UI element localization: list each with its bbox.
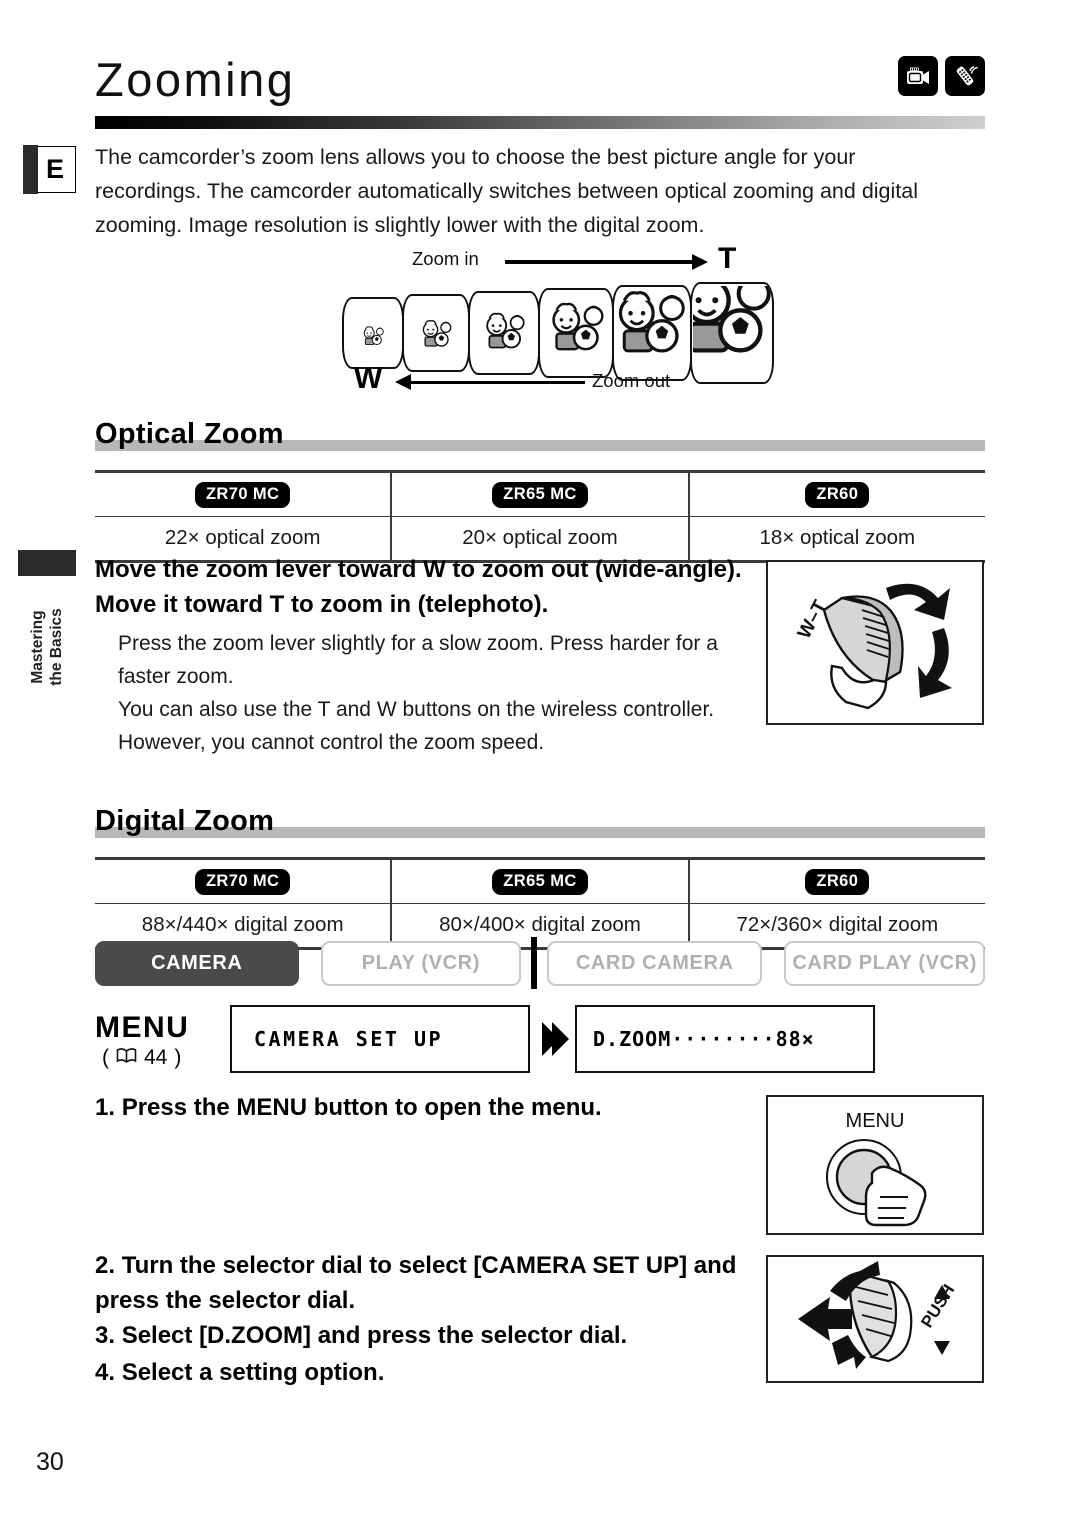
side-tab-text: Mastering the Basics <box>18 576 76 718</box>
step-2-number: 2. <box>95 1252 122 1279</box>
wireless-remote-icon <box>945 56 985 96</box>
side-tab-line1: Mastering <box>29 610 47 684</box>
model-badge: ZR70 MC <box>194 868 291 895</box>
model-badge: ZR70 MC <box>194 481 291 508</box>
zoom-frame <box>538 288 614 378</box>
table-header-cell: ZR65 MC <box>390 472 687 516</box>
mode-pill-play-vcr[interactable]: PLAY (VCR) <box>320 940 522 986</box>
paren-open: ( <box>102 1046 109 1069</box>
osd-screen-camera-setup: CAMERA SET UP <box>230 1005 530 1073</box>
table-header-cell: ZR65 MC <box>390 859 687 903</box>
zoom-in-arrow-head <box>692 253 708 270</box>
zoom-out-label: Zoom out <box>592 370 671 391</box>
digital-zoom-heading: Digital Zoom <box>95 805 985 838</box>
page-header: Zooming <box>95 52 985 114</box>
zoom-frame <box>612 285 692 381</box>
zoom-frame <box>468 291 540 375</box>
mode-pill-card-play-vcr[interactable]: CARD PLAY (VCR) <box>784 940 986 986</box>
menu-button-illustration: MENU <box>766 1095 984 1235</box>
model-badge: ZR60 <box>805 481 870 508</box>
table-header-cell: ZR60 <box>687 472 985 516</box>
manual-page: Zooming E The camcorder’s zoom lens allo… <box>0 0 1080 1534</box>
optical-heading-text: Optical Zoom <box>95 418 284 450</box>
table-header-cell: ZR60 <box>687 859 985 903</box>
step-3-number: 3. <box>95 1322 122 1349</box>
chapter-side-tab: Mastering the Basics <box>18 550 76 718</box>
step-4-text: Select a setting option. <box>121 1359 385 1386</box>
side-tab-inner: Mastering the Basics <box>28 608 66 686</box>
mode-pill-camera[interactable]: CAMERA <box>95 940 299 986</box>
lever-body-text-1: Press the zoom lever slightly for a slow… <box>118 632 718 688</box>
language-badge: E <box>23 145 76 194</box>
step-4-number: 4. <box>95 1359 122 1386</box>
menu-page-number: 44 <box>144 1046 168 1069</box>
optical-zoom-table: ZR70 MC ZR65 MC ZR60 22× optical zoom 20… <box>95 470 985 563</box>
book-icon <box>116 1046 137 1070</box>
selector-dial-push-text: PUSH <box>917 1281 958 1331</box>
menu-page-reference: ( 44 ) <box>102 1046 181 1070</box>
title-gradient-rule <box>95 116 985 129</box>
model-badge: ZR65 MC <box>492 868 588 895</box>
operating-mode-row: CAMERA PLAY (VCR) CARD CAMERA CARD PLAY … <box>95 937 986 989</box>
model-badge: ZR60 <box>805 868 870 895</box>
zoom-in-arrow-shaft <box>505 260 695 264</box>
table-header-row: ZR70 MC ZR65 MC ZR60 <box>95 472 985 516</box>
wide-letter: W <box>354 362 383 395</box>
zoom-frame <box>342 297 404 369</box>
selector-dial-illustration: PUSH <box>766 1255 984 1383</box>
paren-close: ) <box>174 1046 182 1069</box>
model-badge: ZR65 MC <box>492 481 588 508</box>
intro-paragraph: The camcorder’s zoom lens allows you to … <box>95 145 918 237</box>
optical-zoom-heading: Optical Zoom <box>95 418 985 451</box>
table-header-cell: ZR70 MC <box>95 860 390 903</box>
camcorder-icon <box>898 56 938 96</box>
zoom-in-label: Zoom in <box>412 248 479 269</box>
zoom-out-arrow-head <box>395 374 411 390</box>
menu-button-label-text: MENU <box>846 1110 905 1132</box>
menu-navigation-flow: MENU ( 44 ) CAMERA SET UP D.ZOOM········… <box>95 1005 875 1083</box>
osd-screen-dzoom: D.ZOOM········88× <box>575 1005 875 1073</box>
zoom-range-illustration: Zoom in T W Zoom out <box>340 240 774 405</box>
table-header-row: ZR70 MC ZR65 MC ZR60 <box>95 859 985 903</box>
zoom-frame <box>402 294 470 372</box>
zoom-lever-illustration: W–T <box>766 560 984 725</box>
language-badge-letter: E <box>45 154 64 184</box>
mode-pill-card-camera[interactable]: CARD CAMERA <box>547 940 763 986</box>
digital-heading-text: Digital Zoom <box>95 805 275 837</box>
digital-zoom-table: ZR70 MC ZR65 MC ZR60 88×/440× digital zo… <box>95 857 985 950</box>
chevron-right-icon <box>552 1022 569 1056</box>
header-icon-group <box>898 56 985 96</box>
step-2-text: Turn the selector dial to select [CAMERA… <box>95 1252 737 1314</box>
lever-bold-instruction: Move the zoom lever toward W to zoom out… <box>95 556 742 618</box>
step-1: 1. Press the MENU button to open the men… <box>95 1090 745 1125</box>
mode-divider <box>531 937 538 989</box>
page-number: 30 <box>36 1448 64 1476</box>
table-header-cell: ZR70 MC <box>95 473 390 516</box>
page-title: Zooming <box>95 53 296 106</box>
zoom-frame <box>690 282 774 384</box>
step-2: 2. Turn the selector dial to select [CAM… <box>95 1248 755 1318</box>
tele-letter: T <box>718 242 737 275</box>
step-3: 3. Select [D.ZOOM] and press the selecto… <box>95 1318 755 1353</box>
step-1-text: Press the MENU button to open the menu. <box>121 1094 602 1121</box>
menu-label: MENU <box>95 1011 190 1044</box>
side-tab-bar <box>18 550 76 576</box>
step-3-text: Select [D.ZOOM] and press the selector d… <box>121 1322 628 1349</box>
zoom-out-arrow-shaft <box>410 380 585 384</box>
step-4: 4. Select a setting option. <box>95 1355 755 1390</box>
side-tab-line2: the Basics <box>48 608 66 686</box>
zoom-frame-strip <box>342 282 774 384</box>
lever-body-text-2: You can also use the T and W buttons on … <box>118 698 715 754</box>
step-1-number: 1. <box>95 1094 122 1121</box>
